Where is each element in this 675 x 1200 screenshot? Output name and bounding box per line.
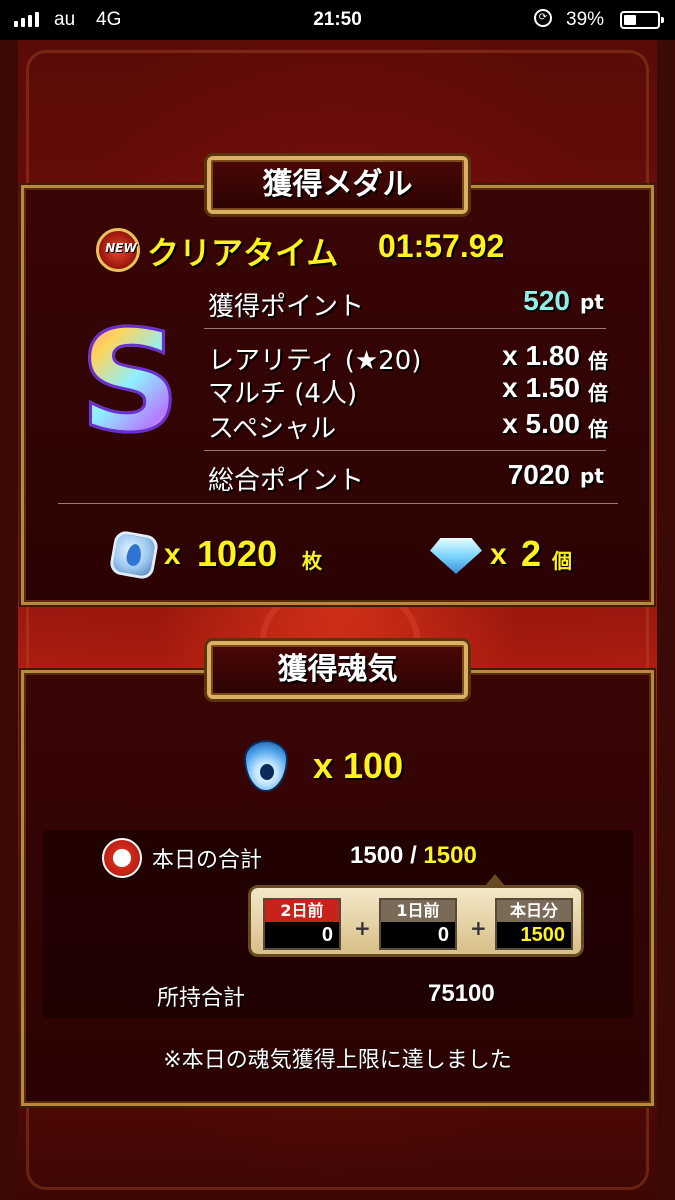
breakdown-label: 2日前 xyxy=(265,900,339,922)
multiplier-special-value: x 5.00 xyxy=(502,408,580,439)
breakdown-today: 本日分 1500 xyxy=(495,898,573,950)
divider xyxy=(204,450,606,451)
multiplier-special-unit: 倍 xyxy=(588,417,608,441)
plus-sign: + xyxy=(470,916,487,940)
breakdown-label: 本日分 xyxy=(497,900,571,922)
today-total-value: 1500 / 1500 xyxy=(350,842,477,870)
gem-count: 2 xyxy=(521,533,542,574)
battery-percent: 39% xyxy=(566,9,605,30)
medal-count-x: x xyxy=(164,538,181,571)
multiplier-rarity-label: レアリティ (★20) xyxy=(208,346,422,376)
total-points-label: 総合ポイント xyxy=(208,466,365,496)
new-badge-icon: NEW xyxy=(96,228,140,272)
multiplier-special-label: スペシャル xyxy=(208,414,337,444)
medal-panel-title: 獲得メダル xyxy=(207,156,468,214)
breakdown-value: 0 xyxy=(381,922,455,948)
owned-total-label: 所持合計 xyxy=(157,986,246,1011)
breakdown-two-days-ago: 2日前 0 xyxy=(263,898,341,950)
breakdown-label: 1日前 xyxy=(381,900,455,922)
gem-count-x: x xyxy=(490,538,507,571)
multiplier-rarity-unit: 倍 xyxy=(588,349,608,373)
new-badge-text: NEW xyxy=(105,241,137,255)
soul-gain-value: x 100 xyxy=(313,745,404,786)
total-points-unit: pt xyxy=(580,464,604,488)
breakdown-value: 1500 xyxy=(497,922,571,948)
total-points-value: 7020 xyxy=(507,459,570,490)
daily-limit-notice: ※本日の魂気獲得上限に達しました xyxy=(163,1048,512,1073)
earned-points-unit: pt xyxy=(580,290,604,314)
daily-breakdown: 2日前 0 + 1日前 0 + 本日分 1500 xyxy=(248,874,584,957)
medal-count-unit: 枚 xyxy=(302,549,322,573)
status-bar: au 4G 21:50 ⟳ 39% xyxy=(0,0,675,40)
today-current: 1500 xyxy=(350,842,404,869)
gem-count-unit: 個 xyxy=(552,549,572,573)
divider xyxy=(58,503,618,504)
today-max: 1500 xyxy=(423,842,477,869)
multiplier-multi-label: マルチ (4人) xyxy=(208,379,358,409)
breakdown-one-day-ago: 1日前 0 xyxy=(379,898,457,950)
rotation-lock-icon: ⟳ xyxy=(534,9,552,27)
clear-time-label: クリアタイム xyxy=(147,234,339,272)
today-total-label: 本日の合計 xyxy=(152,848,263,873)
battery-icon xyxy=(620,11,664,29)
plus-sign: + xyxy=(354,916,371,940)
breakdown-value: 0 xyxy=(265,922,339,948)
multiplier-multi-unit: 倍 xyxy=(588,381,608,405)
divider xyxy=(204,328,606,329)
medal-coin-icon xyxy=(108,529,160,581)
today-separator: / xyxy=(410,842,417,869)
multiplier-multi-value: x 1.50 xyxy=(502,372,580,403)
earned-points-value: 520 xyxy=(523,285,570,316)
rank-s-icon: S xyxy=(70,311,190,454)
multiplier-rarity-value: x 1.80 xyxy=(502,340,580,371)
medal-count: 1020 xyxy=(197,533,278,574)
owned-total-value: 75100 xyxy=(428,980,495,1007)
earned-points-label: 獲得ポイント xyxy=(208,292,365,322)
daily-stamp-icon xyxy=(102,838,142,878)
soul-panel-title: 獲得魂気 xyxy=(207,641,468,699)
clear-time-value: 01:57.92 xyxy=(378,228,505,264)
